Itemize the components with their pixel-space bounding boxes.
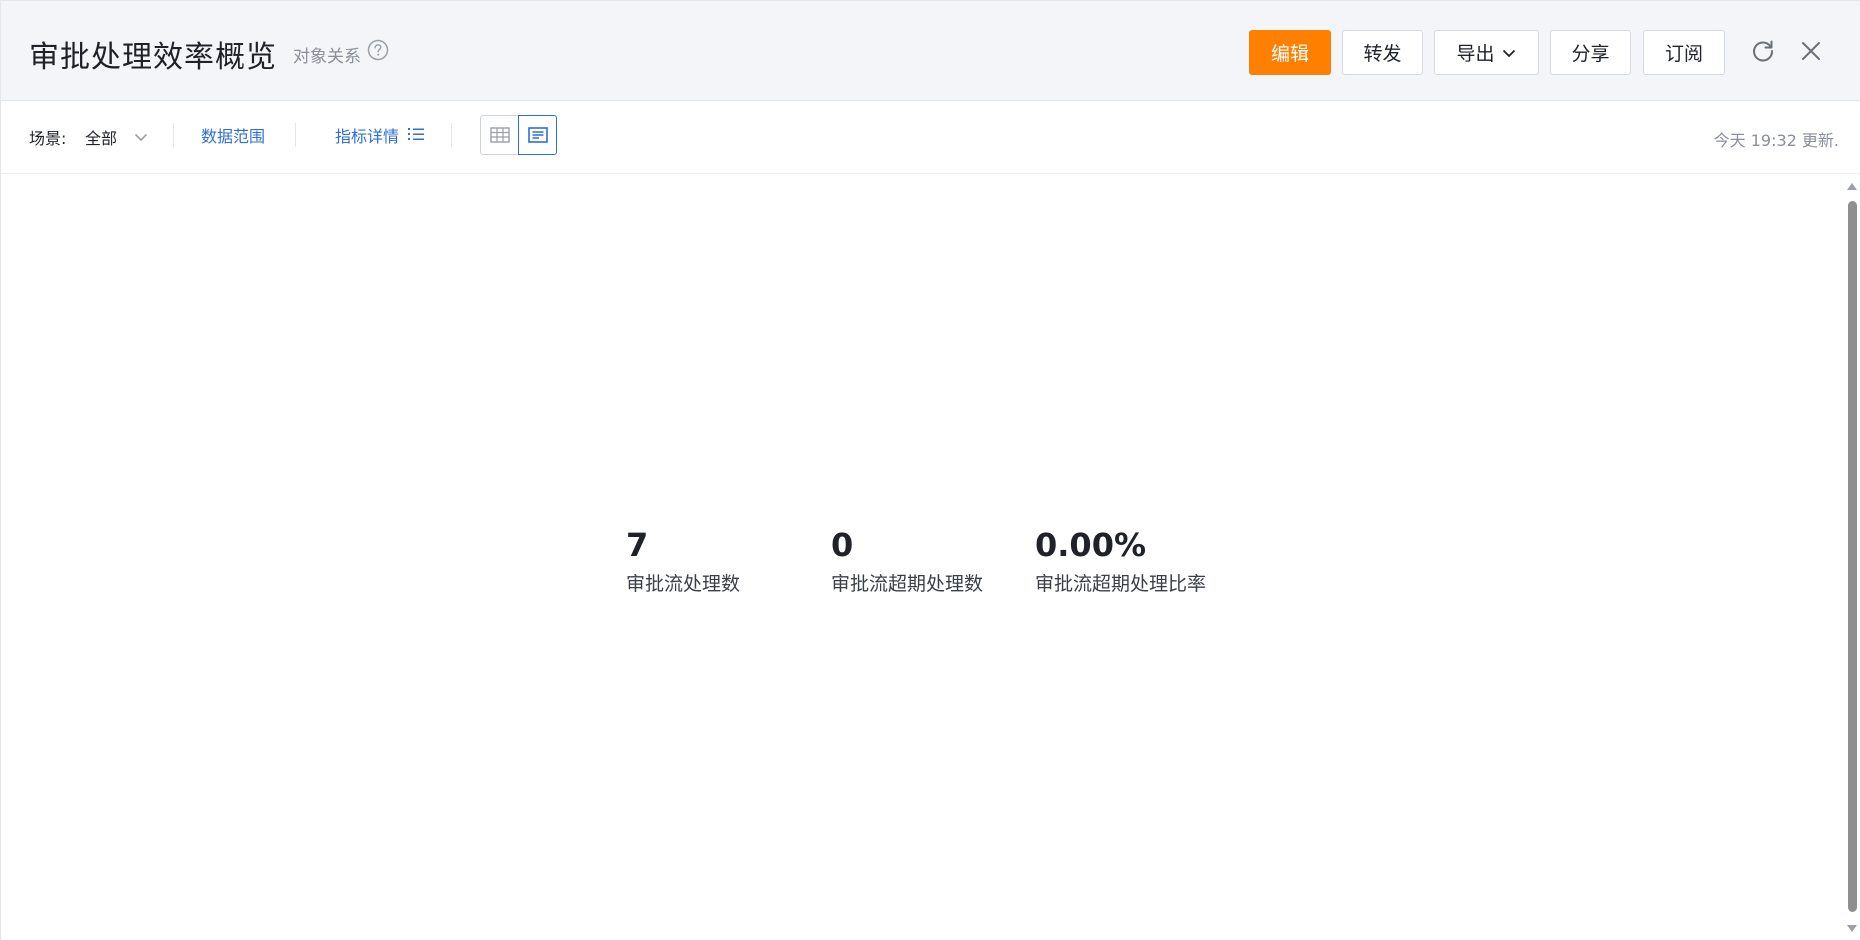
scene-label: 场景: [29, 129, 67, 148]
export-button-label: 导出 [1456, 43, 1495, 65]
kpi-label: 审批流超期处理比率 [1035, 573, 1207, 595]
kpi-value: 0 [831, 526, 854, 564]
kpi-card: 7 审批流处理数 [626, 525, 740, 596]
kpi-card: 0.00% 审批流超期处理比率 [1035, 525, 1206, 596]
kpi-value: 0.00% [1035, 526, 1147, 564]
help-circle-icon[interactable] [367, 39, 389, 61]
forward-button[interactable]: 转发 [1342, 30, 1423, 75]
scroll-up-arrow-icon[interactable] [1847, 183, 1857, 190]
kpi-label: 审批流处理数 [626, 573, 741, 595]
edit-button[interactable]: 编辑 [1249, 30, 1331, 75]
object-relation-link[interactable]: 对象关系 [293, 42, 361, 67]
close-icon[interactable] [1797, 37, 1825, 65]
share-button[interactable]: 分享 [1550, 30, 1631, 75]
last-updated-text: 今天 19:32 更新. [1713, 131, 1839, 150]
export-button[interactable]: 导出 [1434, 30, 1539, 75]
data-range-link[interactable]: 数据范围 [201, 123, 265, 147]
table-view-button[interactable] [480, 115, 519, 155]
kpi-panel: 7 审批流处理数 0 审批流超期处理数 0.00% 审批流超期处理比率 [1, 175, 1843, 940]
report-window: 审批处理效率概览 对象关系 编辑 转发 导出 分享 订阅 场景: 全部 数据范围… [0, 0, 1860, 940]
chevron-down-icon[interactable] [133, 129, 149, 145]
divider [173, 123, 174, 147]
table-view-icon [489, 127, 510, 143]
page-title: 审批处理效率概览 [29, 40, 277, 75]
forward-button-label: 转发 [1363, 43, 1402, 65]
scene-select[interactable]: 全部 [85, 125, 117, 149]
divider [295, 123, 296, 147]
kpi-label: 审批流超期处理数 [831, 573, 984, 595]
divider [451, 123, 452, 147]
card-view-button[interactable] [518, 115, 557, 155]
header-bar: 审批处理效率概览 对象关系 编辑 转发 导出 分享 订阅 [1, 1, 1860, 101]
subscribe-button[interactable]: 订阅 [1643, 30, 1725, 75]
kpi-value: 7 [626, 526, 649, 564]
subscribe-button-label: 订阅 [1664, 43, 1703, 65]
scrollbar-thumb[interactable] [1848, 201, 1857, 912]
filter-toolbar: 场景: 全部 数据范围 指标详情 今天 19:32 更新. [1, 101, 1860, 174]
view-mode-toggle [480, 115, 557, 155]
kpi-card: 0 审批流超期处理数 [831, 525, 983, 596]
card-view-icon [527, 127, 548, 143]
share-button-label: 分享 [1571, 43, 1610, 65]
chevron-down-icon [1502, 49, 1515, 57]
refresh-icon[interactable] [1749, 37, 1777, 65]
scroll-down-arrow-icon[interactable] [1847, 925, 1857, 932]
list-icon[interactable] [407, 126, 425, 142]
edit-button-label: 编辑 [1270, 43, 1309, 65]
vertical-scrollbar[interactable] [1843, 175, 1860, 940]
metric-details-link[interactable]: 指标详情 [335, 123, 399, 147]
